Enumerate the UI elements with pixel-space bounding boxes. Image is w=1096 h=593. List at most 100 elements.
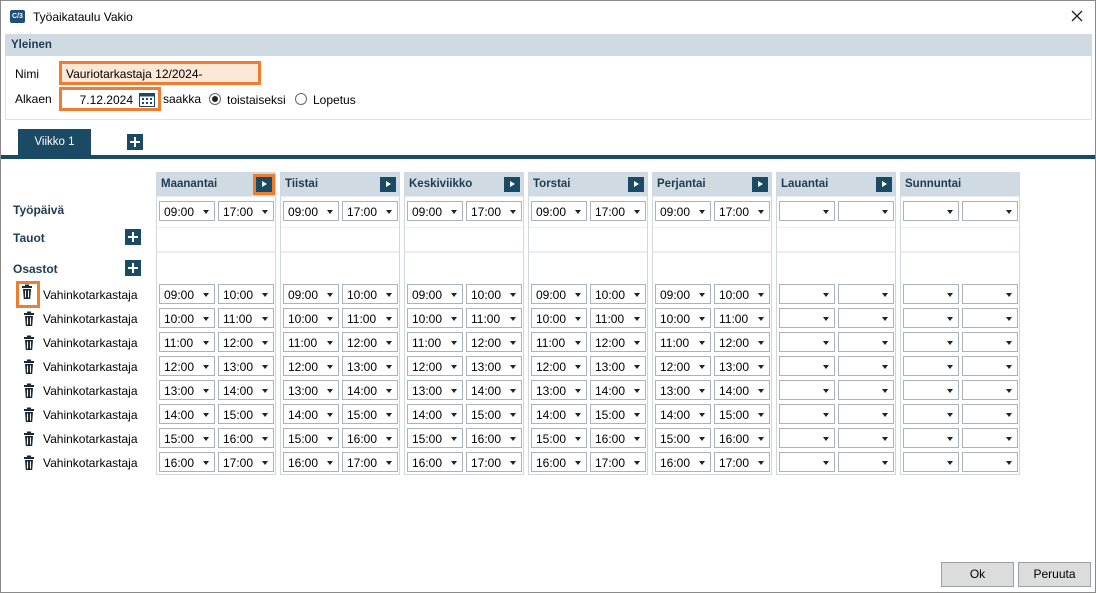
copy-to-next-day-button[interactable] [628,177,644,192]
slot-end-select[interactable]: 15:00 [714,404,770,424]
copy-to-next-day-button[interactable] [253,174,275,195]
copy-to-next-day-button[interactable] [504,177,520,192]
slot-end-select[interactable]: 11:00 [342,308,398,328]
slot-end-select[interactable]: 13:00 [714,356,770,376]
slot-end-select[interactable]: 14:00 [466,380,522,400]
slot-start-select[interactable] [903,428,959,448]
workday-end-select[interactable]: 17:00 [218,201,274,221]
copy-to-next-day-button[interactable] [752,177,768,192]
slot-end-select[interactable]: 12:00 [218,332,274,352]
slot-start-select[interactable] [903,452,959,472]
slot-end-select[interactable]: 16:00 [590,428,646,448]
slot-end-select[interactable]: 14:00 [714,380,770,400]
slot-start-select[interactable]: 12:00 [159,356,215,376]
slot-end-select[interactable]: 16:00 [714,428,770,448]
slot-start-select[interactable]: 09:00 [159,284,215,304]
workday-end-select[interactable] [962,201,1018,221]
slot-start-select[interactable]: 09:00 [531,284,587,304]
slot-end-select[interactable]: 17:00 [590,452,646,472]
workday-end-select[interactable]: 17:00 [714,201,770,221]
cancel-button[interactable]: Peruuta [1018,562,1091,587]
slot-end-select[interactable]: 15:00 [218,404,274,424]
slot-end-select[interactable] [838,356,894,376]
slot-end-select[interactable] [838,452,894,472]
slot-end-select[interactable]: 13:00 [342,356,398,376]
slot-start-select[interactable] [779,284,835,304]
slot-end-select[interactable]: 16:00 [342,428,398,448]
slot-start-select[interactable]: 12:00 [655,356,711,376]
slot-start-select[interactable]: 11:00 [283,332,339,352]
slot-start-select[interactable]: 09:00 [283,284,339,304]
copy-to-next-day-button[interactable] [876,177,892,192]
slot-start-select[interactable] [779,404,835,424]
add-break-button[interactable] [125,229,141,245]
slot-start-select[interactable] [903,404,959,424]
slot-end-select[interactable]: 17:00 [342,452,398,472]
slot-end-select[interactable] [962,452,1018,472]
slot-end-select[interactable] [962,308,1018,328]
slot-end-select[interactable]: 16:00 [466,428,522,448]
slot-start-select[interactable]: 10:00 [531,308,587,328]
slot-end-select[interactable]: 10:00 [466,284,522,304]
workday-start-select[interactable]: 09:00 [655,201,711,221]
slot-start-select[interactable]: 09:00 [655,284,711,304]
slot-end-select[interactable]: 12:00 [342,332,398,352]
slot-start-select[interactable]: 10:00 [283,308,339,328]
workday-end-select[interactable]: 17:00 [466,201,522,221]
workday-start-select[interactable]: 09:00 [407,201,463,221]
slot-end-select[interactable]: 17:00 [714,452,770,472]
trash-icon[interactable] [21,311,37,327]
slot-end-select[interactable]: 10:00 [714,284,770,304]
radio-indefinite[interactable] [209,93,221,105]
slot-start-select[interactable]: 12:00 [407,356,463,376]
slot-start-select[interactable]: 14:00 [283,404,339,424]
slot-start-select[interactable]: 16:00 [159,452,215,472]
radio-end[interactable] [295,93,307,105]
slot-start-select[interactable]: 15:00 [283,428,339,448]
slot-end-select[interactable]: 14:00 [590,380,646,400]
slot-start-select[interactable] [903,308,959,328]
slot-start-select[interactable]: 13:00 [531,380,587,400]
slot-end-select[interactable]: 13:00 [218,356,274,376]
slot-end-select[interactable]: 12:00 [590,332,646,352]
slot-start-select[interactable] [903,284,959,304]
slot-end-select[interactable]: 11:00 [590,308,646,328]
slot-start-select[interactable]: 16:00 [283,452,339,472]
slot-end-select[interactable] [962,332,1018,352]
workday-end-select[interactable]: 17:00 [342,201,398,221]
slot-start-select[interactable]: 10:00 [655,308,711,328]
close-button[interactable] [1063,4,1091,28]
slot-start-select[interactable]: 13:00 [655,380,711,400]
slot-end-select[interactable] [962,428,1018,448]
slot-end-select[interactable] [838,332,894,352]
slot-start-select[interactable]: 15:00 [531,428,587,448]
slot-start-select[interactable] [903,356,959,376]
slot-start-select[interactable]: 12:00 [531,356,587,376]
slot-end-select[interactable]: 12:00 [466,332,522,352]
workday-start-select[interactable] [903,201,959,221]
slot-end-select[interactable]: 10:00 [342,284,398,304]
slot-start-select[interactable]: 13:00 [159,380,215,400]
slot-end-select[interactable] [838,284,894,304]
slot-start-select[interactable]: 16:00 [655,452,711,472]
slot-end-select[interactable]: 12:00 [714,332,770,352]
slot-end-select[interactable]: 13:00 [466,356,522,376]
trash-icon[interactable] [21,455,37,471]
slot-start-select[interactable] [903,332,959,352]
slot-end-select[interactable]: 10:00 [218,284,274,304]
slot-end-select[interactable] [962,404,1018,424]
slot-end-select[interactable]: 13:00 [590,356,646,376]
slot-start-select[interactable] [779,356,835,376]
workday-end-select[interactable]: 17:00 [590,201,646,221]
slot-start-select[interactable]: 10:00 [159,308,215,328]
slot-end-select[interactable]: 14:00 [218,380,274,400]
slot-start-select[interactable]: 11:00 [531,332,587,352]
slot-end-select[interactable]: 17:00 [466,452,522,472]
trash-icon[interactable] [21,359,37,375]
calendar-icon[interactable] [138,91,156,108]
slot-start-select[interactable]: 10:00 [407,308,463,328]
slot-start-select[interactable] [779,332,835,352]
slot-end-select[interactable] [838,380,894,400]
trash-icon[interactable] [16,281,40,308]
trash-icon[interactable] [21,383,37,399]
